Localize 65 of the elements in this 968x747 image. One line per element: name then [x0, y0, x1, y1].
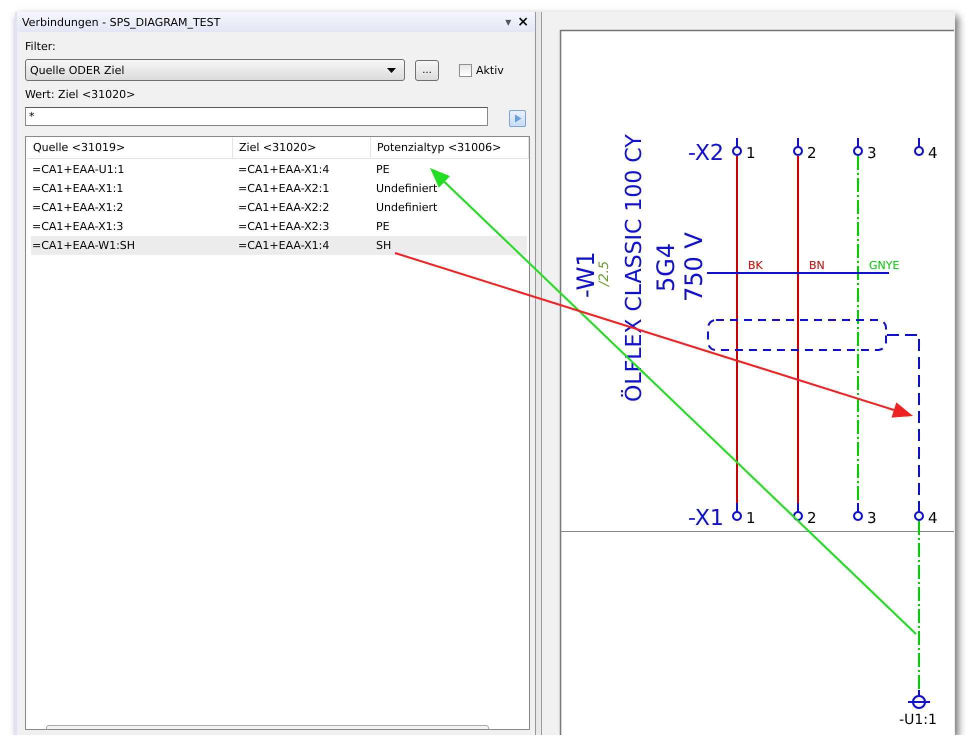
table-cell-text: =CA1+EAA-X2:3 [237, 219, 330, 235]
apply-button[interactable] [509, 110, 526, 126]
filter-dropdown[interactable]: Quelle ODER Ziel [25, 59, 405, 81]
table-row[interactable]: =CA1+EAA-X1:2 =CA1+EAA-X2:2 Undefiniert [31, 198, 527, 217]
table-cell-text: =CA1+EAA-X2:2 [237, 200, 330, 216]
more-button[interactable]: ... [415, 60, 439, 80]
terminal-symbol [732, 138, 742, 156]
play-icon [514, 114, 522, 122]
horizontal-scrollbar[interactable] [46, 725, 489, 729]
terminal-strip-label: -X2 [688, 141, 724, 166]
value-label: Wert: Ziel <31020> [25, 87, 136, 102]
terminal-strip-label: -X1 [688, 506, 724, 531]
cross-reference: /2.5 [597, 260, 612, 286]
cable-cores-label: 5G4 [652, 242, 680, 292]
table-row[interactable]: =CA1+EAA-X1:1 =CA1+EAA-X2:1 Undefiniert [31, 179, 527, 198]
value-field[interactable]: * [25, 106, 488, 126]
aktiv-checkbox[interactable] [459, 64, 472, 76]
table-cell-text: =CA1+EAA-X1:4 [237, 162, 330, 178]
terminal-number: 2 [807, 144, 817, 162]
terminal-symbol [793, 138, 803, 156]
arrowhead-icon [892, 402, 913, 418]
terminal-number: 3 [867, 509, 877, 527]
table-row[interactable]: =CA1+EAA-X1:3 =CA1+EAA-X2:3 PE [31, 217, 527, 236]
panel-menu-button[interactable]: ▾ [503, 16, 514, 28]
terminal-number: 1 [746, 144, 756, 162]
aktiv-label: Aktiv [476, 64, 504, 76]
terminal-number: 2 [807, 509, 817, 527]
terminal-number: 4 [928, 509, 938, 527]
column-header[interactable]: Potenzialtyp <31006> [371, 137, 529, 158]
column-header[interactable]: Quelle <31019> [27, 137, 233, 158]
close-button[interactable]: × [515, 16, 531, 28]
wire-color-label: BK [748, 259, 763, 272]
filter-label: Filter: [25, 39, 57, 54]
table-row[interactable]: =CA1+EAA-W1:SH =CA1+EAA-X1:4 SH [31, 236, 527, 255]
table-cell-text: =CA1+EAA-X1:2 [31, 200, 124, 216]
table-cell-text: =CA1+EAA-X1:1 [31, 181, 124, 197]
table-cell-text: =CA1+EAA-U1:1 [31, 162, 124, 178]
table-cell-text: PE [375, 162, 390, 178]
table-cell-text: =CA1+EAA-X1:4 [237, 238, 330, 254]
cable-voltage-label: 750 V [680, 232, 708, 302]
caret-icon [387, 68, 396, 72]
terminal-symbol [914, 503, 924, 521]
terminal-symbol [732, 503, 742, 521]
splitter[interactable] [535, 12, 542, 735]
table-row[interactable]: =CA1+EAA-U1:1 =CA1+EAA-X1:4 PE [31, 160, 527, 179]
table-cell-text: Undefiniert [375, 200, 438, 216]
wire-color-label: BN [809, 259, 825, 272]
terminal-symbol [853, 503, 863, 521]
table-cell-text: SH [375, 238, 392, 254]
terminal-symbol [914, 138, 924, 156]
device-label: -U1:1 [899, 712, 937, 728]
table-cell-text: PE [375, 219, 390, 235]
wire-color-label: GNYE [869, 259, 900, 272]
panel-title: Verbindungen - SPS_DIAGRAM_TEST [22, 16, 220, 28]
table-cell-text: =CA1+EAA-X1:3 [31, 219, 124, 235]
terminal-symbol [793, 503, 803, 521]
device-terminal-symbol [908, 690, 930, 709]
terminal-symbol [853, 138, 863, 156]
terminal-number: 1 [746, 509, 756, 527]
table-cell-text: =CA1+EAA-W1:SH [31, 238, 136, 254]
column-header[interactable]: Ziel <31020> [233, 137, 371, 158]
table-cell-text: Undefiniert [375, 181, 438, 197]
terminal-number: 4 [928, 144, 938, 162]
table-cell-text: =CA1+EAA-X2:1 [237, 181, 330, 197]
terminal-number: 3 [867, 144, 877, 162]
